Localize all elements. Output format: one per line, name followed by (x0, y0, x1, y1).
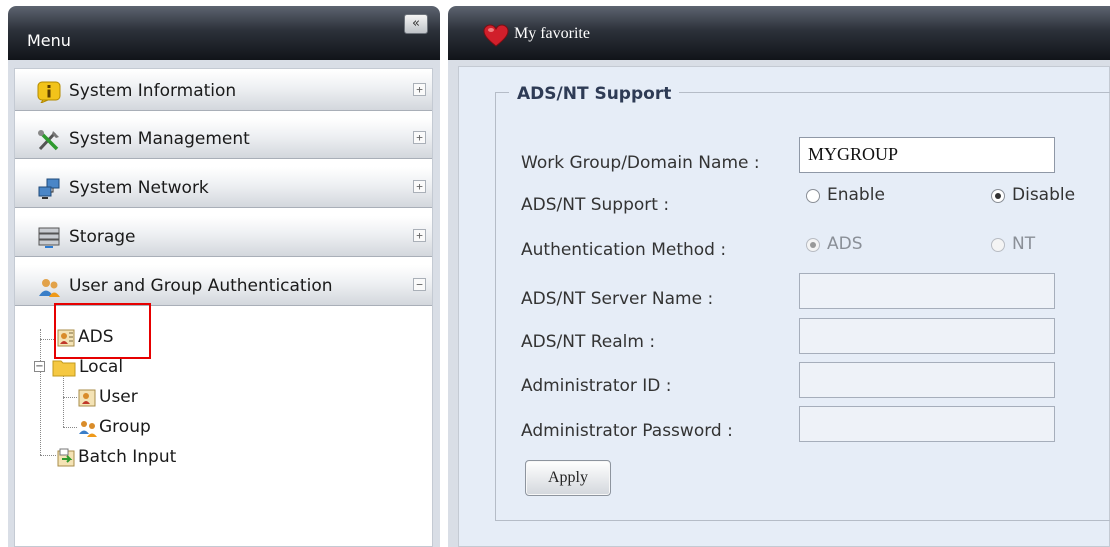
favorite-header: My favorite (448, 6, 1110, 60)
server-name-input[interactable] (799, 273, 1055, 309)
network-icon (38, 178, 60, 199)
category-system-information[interactable]: System Information + (15, 69, 432, 111)
highlight-box (54, 303, 151, 359)
admin-password-input[interactable] (799, 406, 1055, 442)
enable-radio[interactable] (806, 189, 820, 203)
category-system-management[interactable]: System Management + (15, 117, 432, 159)
batch-input-icon (57, 448, 75, 467)
heart-icon[interactable] (483, 24, 509, 48)
admin-password-label: Administrator Password : (521, 421, 733, 441)
category-label: System Network (69, 178, 209, 198)
category-label: User and Group Authentication (69, 276, 333, 296)
workgroup-label: Work Group/Domain Name : (521, 153, 760, 173)
disable-label: Disable (1012, 185, 1076, 205)
tree-connector (63, 375, 64, 427)
menu-panel: Menu « System Information + System Manag… (8, 6, 440, 547)
tree-collapse-icon[interactable]: − (34, 361, 45, 372)
auth-method-label: Authentication Method : (521, 240, 727, 260)
folder-icon (52, 360, 76, 377)
expand-icon[interactable]: + (413, 229, 426, 242)
info-icon (37, 81, 61, 103)
ads-fieldset-legend: ADS/NT Support (509, 84, 680, 104)
tree-item-label: Local (79, 357, 124, 377)
ads-support-label: ADS/NT Support : (521, 195, 670, 215)
tree-connector (40, 455, 56, 456)
admin-id-label: Administrator ID : (521, 376, 672, 396)
group-icon (79, 421, 97, 437)
tree-connector (63, 427, 77, 428)
nt-radio[interactable] (991, 238, 1005, 252)
expand-icon[interactable]: + (413, 83, 426, 96)
server-name-label: ADS/NT Server Name : (521, 289, 714, 309)
category-label: System Management (69, 129, 250, 149)
expand-icon[interactable]: + (413, 180, 426, 193)
tree-item-label: Group (99, 417, 151, 437)
content-panel: My favorite ADS/NT Support Work Group/Do… (448, 6, 1110, 547)
storage-icon (38, 227, 60, 248)
apply-button[interactable]: Apply (525, 460, 611, 496)
admin-id-input[interactable] (799, 362, 1055, 398)
menu-title: Menu (27, 31, 71, 50)
favorite-title: My favorite (514, 25, 590, 42)
collapse-menu-button[interactable]: « (404, 14, 428, 34)
ads-radio[interactable] (806, 238, 820, 252)
category-user-group-authentication[interactable]: User and Group Authentication − (15, 264, 432, 306)
user-icon (78, 389, 96, 407)
enable-label: Enable (827, 185, 885, 205)
tree-connector (63, 397, 77, 398)
tools-icon (38, 130, 59, 151)
content-body: ADS/NT Support Work Group/Domain Name : … (458, 66, 1110, 547)
nt-radio-label: NT (1012, 234, 1036, 254)
disable-radio[interactable] (991, 189, 1005, 203)
category-storage[interactable]: Storage + (15, 215, 432, 257)
menu-header: Menu « (8, 6, 440, 60)
users-icon (39, 279, 60, 297)
category-label: System Information (69, 81, 237, 101)
tree-item-label: Batch Input (78, 447, 177, 467)
expand-icon[interactable]: + (413, 131, 426, 144)
category-system-network[interactable]: System Network + (15, 166, 432, 208)
workgroup-input[interactable]: MYGROUP (799, 137, 1055, 173)
category-label: Storage (69, 227, 136, 247)
ads-radio-label: ADS (827, 234, 863, 254)
collapse-icon[interactable]: − (413, 278, 426, 291)
tree-item-label: User (99, 387, 138, 407)
realm-input[interactable] (799, 318, 1055, 354)
realm-label: ADS/NT Realm : (521, 332, 656, 352)
tree-connector (40, 329, 41, 455)
